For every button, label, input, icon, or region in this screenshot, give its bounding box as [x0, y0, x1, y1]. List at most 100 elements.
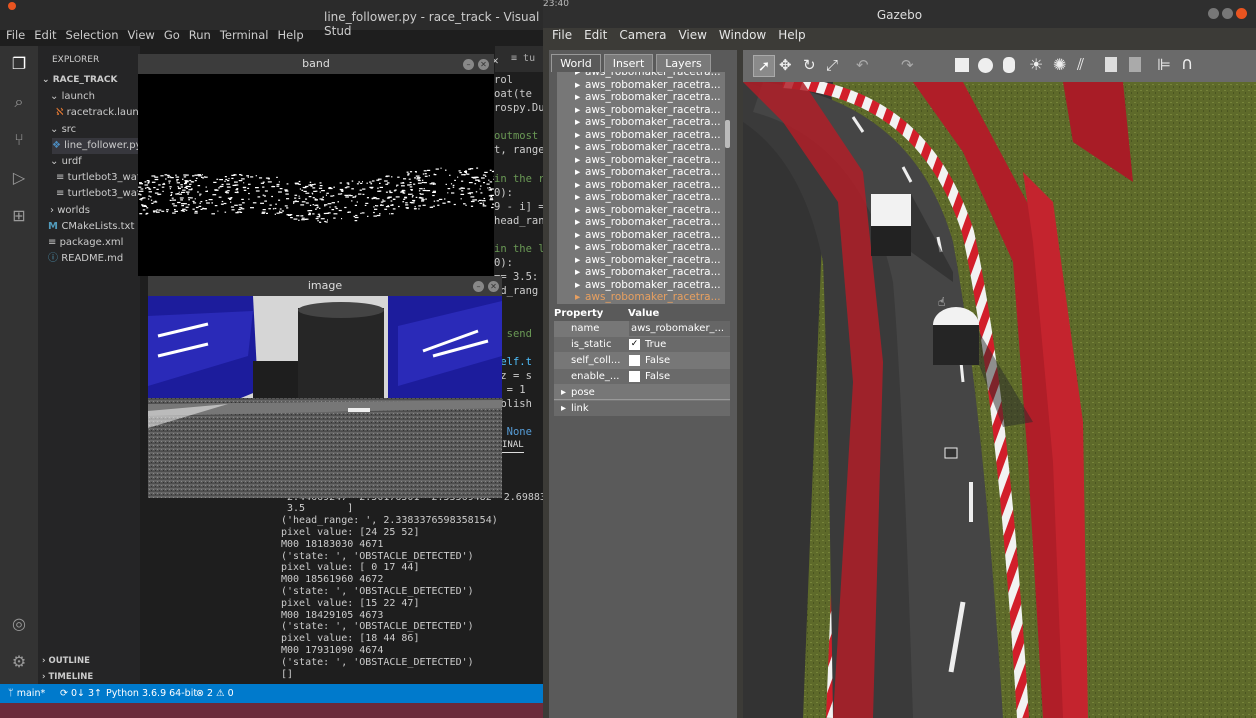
tab-world[interactable]: World	[551, 54, 601, 72]
race-track-render[interactable]: ☝	[743, 82, 1256, 718]
minimize-icon[interactable]: –	[473, 281, 484, 292]
tree-item-model[interactable]: ▸ aws_robomaker_racetra...	[575, 291, 721, 304]
tree-item-model[interactable]: ▸ aws_robomaker_racetra...	[575, 154, 721, 167]
tree-item-model[interactable]: ▸ aws_robomaker_racetra...	[575, 129, 721, 142]
tree-item-launch[interactable]: ⌄ launch	[50, 89, 95, 105]
align-icon[interactable]: ⊫	[1157, 55, 1171, 74]
tree-item-urdf[interactable]: ⌄ urdf	[50, 154, 82, 170]
tree-item-model[interactable]: ▸ aws_robomaker_racetra...	[575, 229, 721, 242]
maximize-icon[interactable]	[1222, 8, 1233, 19]
source-control-icon[interactable]: ⑂	[9, 130, 29, 150]
tree-item-model[interactable]: ▸ aws_robomaker_racetra...	[575, 91, 721, 104]
tree-item-model[interactable]: ▸ aws_robomaker_racetra...	[575, 116, 721, 129]
menu-go[interactable]: Go	[164, 28, 180, 42]
snap-magnet-icon[interactable]: ∩	[1181, 54, 1193, 74]
explorer-icon[interactable]: ❐	[9, 54, 29, 74]
checkbox-unchecked-icon[interactable]	[629, 355, 640, 366]
editor-tab[interactable]: ≡ tu	[495, 46, 545, 72]
tab-layers[interactable]: Layers	[656, 54, 711, 72]
tree-item-line-follower[interactable]: ❖ line_follower.py	[52, 138, 142, 154]
scale-mode-icon[interactable]: ⤢	[826, 56, 838, 74]
gz-menu-camera[interactable]: Camera	[619, 28, 666, 42]
paste-icon[interactable]	[1129, 57, 1141, 72]
gz-menu-file[interactable]: File	[552, 28, 572, 42]
tree-item-turtlebot3-2[interactable]: ≡ turtlebot3_waff	[56, 186, 144, 202]
menu-selection[interactable]: Selection	[66, 28, 119, 42]
timeline-section[interactable]: › TIMELINE	[42, 669, 93, 685]
property-group-link[interactable]: ▸ link	[554, 401, 730, 416]
select-mode-icon[interactable]: ➚	[753, 55, 775, 77]
minimize-icon[interactable]: –	[463, 59, 474, 70]
tree-item-model[interactable]: ▸ aws_robomaker_racetra...	[575, 166, 721, 179]
tree-item-model[interactable]: ▸ aws_robomaker_racetra...	[575, 79, 721, 92]
tree-item-turtlebot3-1[interactable]: ≡ turtlebot3_waff	[56, 170, 144, 186]
search-icon[interactable]: ⌕	[9, 92, 29, 112]
sphere-shape-icon[interactable]	[978, 58, 993, 73]
settings-gear-icon[interactable]: ⚙	[9, 652, 29, 672]
tree-item-model[interactable]: ▸ aws_robomaker_racetra...	[575, 216, 721, 229]
tree-item-package-xml[interactable]: ≡ package.xml	[48, 235, 123, 251]
extensions-icon[interactable]: ⊞	[9, 206, 29, 226]
tree-item-model[interactable]: ▸ aws_robomaker_racetra...	[575, 191, 721, 204]
property-row-name[interactable]: name aws_robomaker_...	[554, 321, 730, 336]
directional-light-icon[interactable]: ⫽	[1077, 55, 1084, 75]
menu-help[interactable]: Help	[277, 28, 303, 42]
band-pixel	[359, 189, 362, 191]
cylinder-shape-icon[interactable]	[1003, 57, 1015, 73]
tree-item-cmakelists[interactable]: M CMakeLists.txt	[48, 219, 134, 235]
terminal-tab[interactable]: INAL	[502, 440, 524, 453]
tree-item-model[interactable]: ▸ aws_robomaker_racetra...	[575, 279, 721, 292]
outline-section[interactable]: › OUTLINE	[42, 653, 90, 669]
rotate-mode-icon[interactable]: ↻	[803, 56, 816, 74]
property-row-self-collide[interactable]: self_coll... False	[554, 353, 730, 368]
gazebo-3d-scene[interactable]: ☝	[743, 82, 1256, 718]
close-icon[interactable]: ✕	[478, 59, 489, 70]
tree-item-model[interactable]: ▸ aws_robomaker_racetra...	[575, 204, 721, 217]
tree-item-model[interactable]: ▸ aws_robomaker_racetra...	[575, 266, 721, 279]
tree-item-model[interactable]: ▸ aws_robomaker_racetra...	[575, 179, 721, 192]
point-light-icon[interactable]: ☀	[1029, 55, 1043, 74]
run-debug-icon[interactable]: ▷	[9, 168, 29, 188]
world-tree[interactable]: ▸ aws_robomaker_racetra... ▸ aws_robomaker_…	[557, 72, 725, 304]
gz-menu-help[interactable]: Help	[778, 28, 805, 42]
menu-edit[interactable]: Edit	[34, 28, 56, 42]
translate-mode-icon[interactable]: ✥	[779, 56, 792, 74]
tree-scrollbar[interactable]	[725, 120, 730, 148]
tree-item-race-track[interactable]: ⌄ RACE_TRACK	[42, 72, 117, 88]
close-icon[interactable]: ✕	[488, 281, 499, 292]
branch-indicator[interactable]: ᛘ main*	[8, 684, 45, 703]
sync-indicator[interactable]: ⟳ 0↓ 3↑	[60, 684, 102, 703]
python-interpreter[interactable]: Python 3.6.9 64-bit	[106, 684, 197, 703]
spot-light-icon[interactable]: ✺	[1053, 55, 1066, 74]
problems-indicator[interactable]: ⊗ 2 ⚠ 0	[196, 684, 234, 703]
checkbox-unchecked-icon[interactable]	[629, 371, 640, 382]
copy-icon[interactable]	[1105, 57, 1117, 72]
menu-file[interactable]: File	[6, 28, 25, 42]
gz-menu-view[interactable]: View	[678, 28, 706, 42]
band-pixel	[319, 191, 321, 193]
gz-menu-edit[interactable]: Edit	[584, 28, 607, 42]
property-group-pose[interactable]: ▸ pose	[554, 385, 730, 400]
account-icon[interactable]: ◎	[9, 614, 29, 634]
minimize-icon[interactable]	[1208, 8, 1219, 19]
gz-menu-window[interactable]: Window	[719, 28, 766, 42]
box-shape-icon[interactable]	[955, 58, 969, 72]
redo-icon[interactable]: ↷	[901, 56, 914, 74]
tree-item-model[interactable]: ▸ aws_robomaker_racetra...	[575, 141, 721, 154]
tree-item-src[interactable]: ⌄ src	[50, 122, 76, 138]
tab-insert[interactable]: Insert	[604, 54, 653, 72]
menu-view[interactable]: View	[128, 28, 155, 42]
checkbox-checked-icon[interactable]: ✓	[629, 339, 640, 350]
property-row-is-static[interactable]: is_static ✓ True	[554, 337, 730, 352]
tree-item-model[interactable]: ▸ aws_robomaker_racetra...	[575, 254, 721, 267]
undo-icon[interactable]: ↶	[856, 56, 869, 74]
tree-item-model[interactable]: ▸ aws_robomaker_racetra...	[575, 241, 721, 254]
menu-terminal[interactable]: Terminal	[220, 28, 269, 42]
close-icon[interactable]	[1236, 8, 1247, 19]
tree-item-model[interactable]: ▸ aws_robomaker_racetra...	[575, 104, 721, 117]
tree-item-readme[interactable]: ⓘ README.md	[48, 251, 123, 267]
menu-run[interactable]: Run	[189, 28, 211, 42]
tree-item-racetrack-launch[interactable]: ℵ racetrack.launch	[56, 105, 151, 121]
tree-item-worlds[interactable]: › worlds	[50, 203, 90, 219]
property-row-enable-wind[interactable]: enable_... False	[554, 369, 730, 384]
